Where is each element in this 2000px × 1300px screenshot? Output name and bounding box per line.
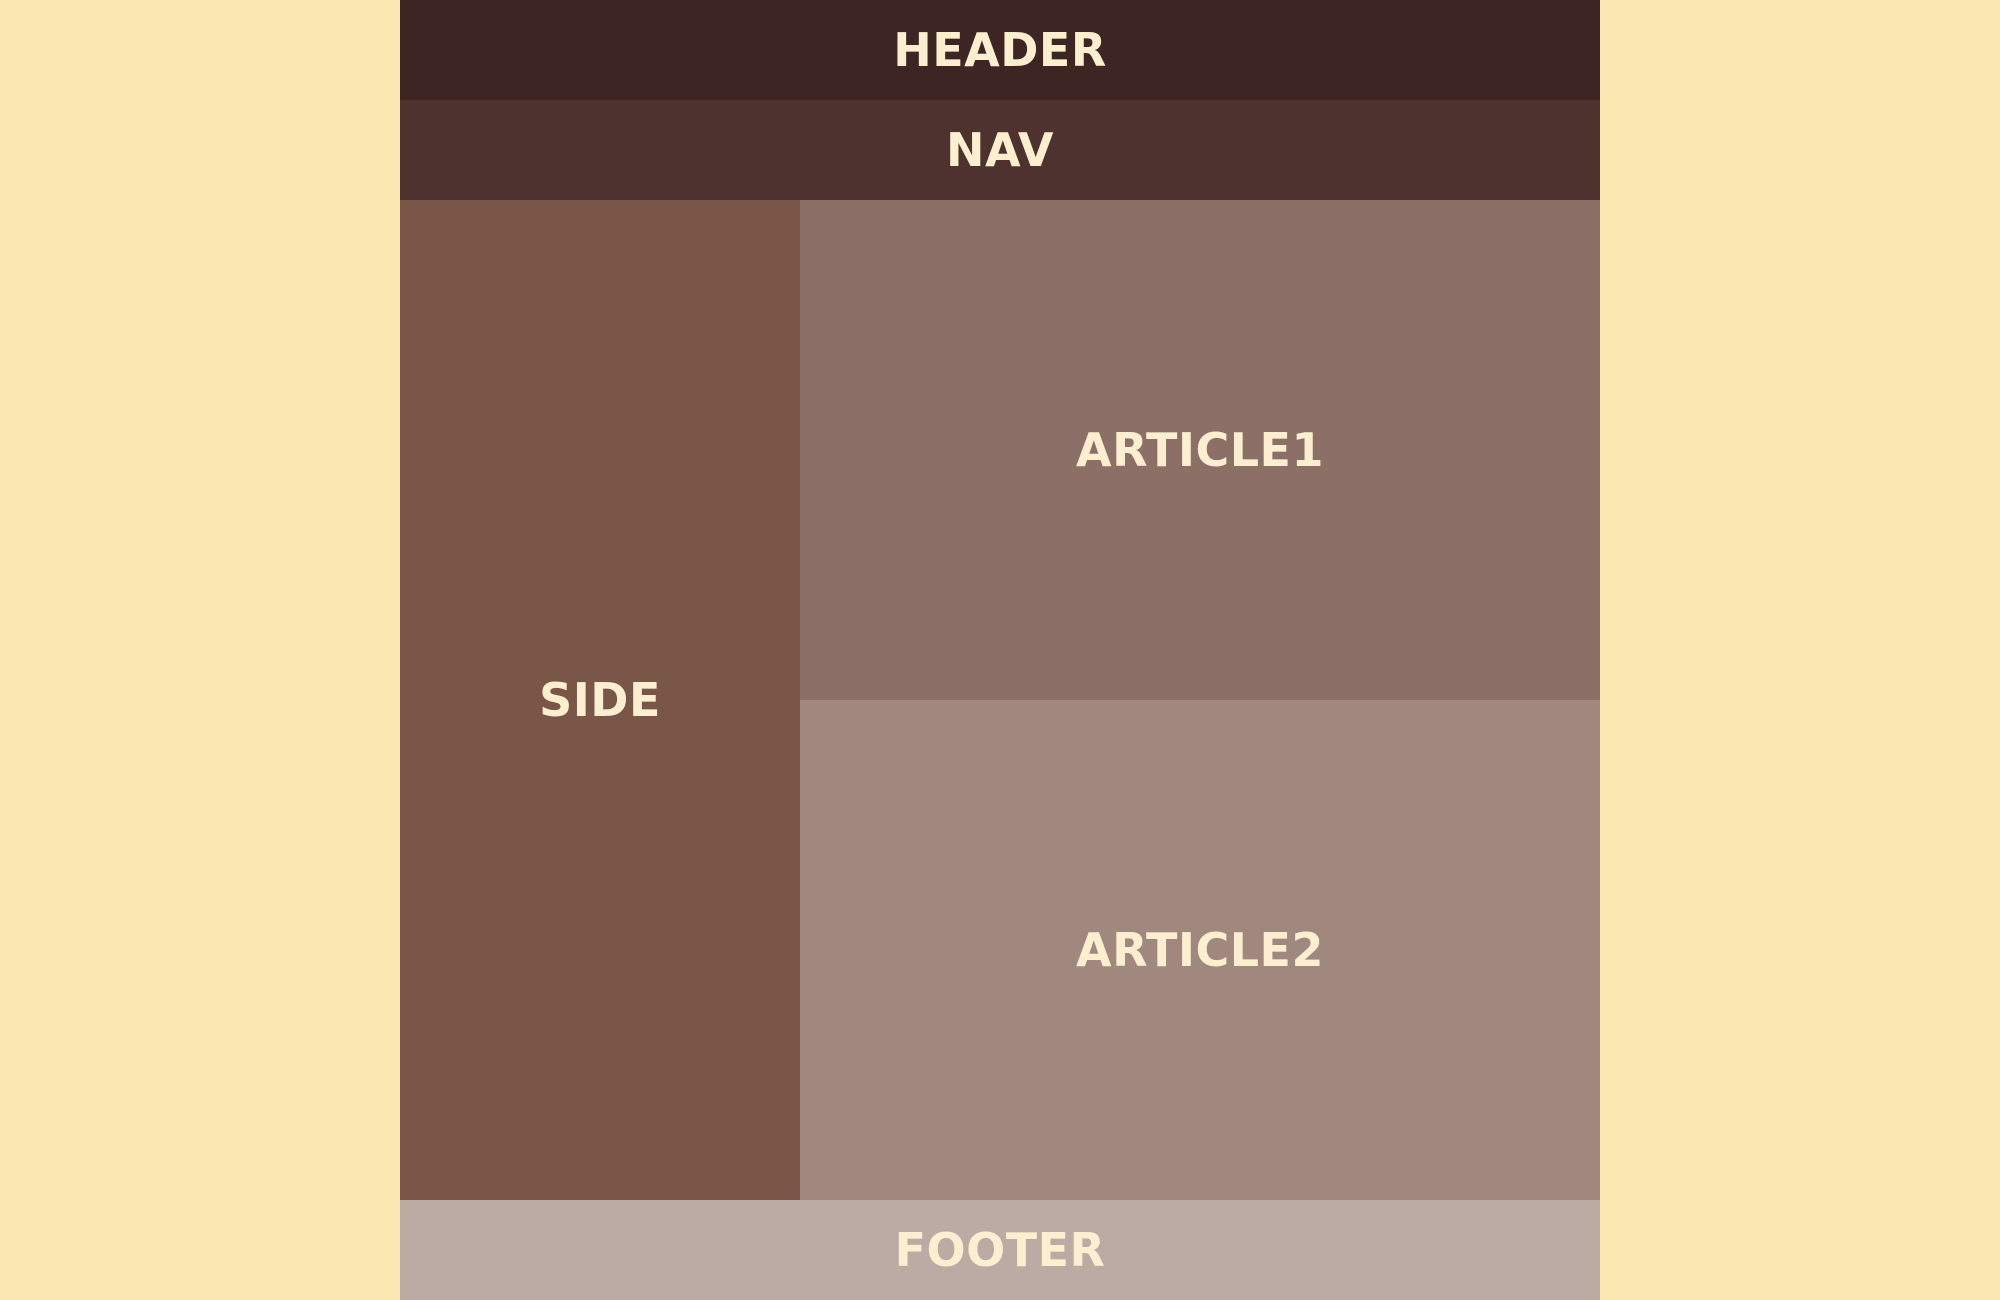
header-label: HEADER — [893, 23, 1107, 77]
article2-label: ARTICLE2 — [1076, 923, 1324, 977]
page-canvas: HEADER NAV SIDE ARTICLE1 ARTICLE2 FOOTER — [0, 0, 2000, 1300]
side-region: SIDE — [400, 200, 800, 1200]
footer-region: FOOTER — [400, 1200, 1600, 1300]
nav-label: NAV — [945, 123, 1055, 177]
article1-label: ARTICLE1 — [1076, 423, 1324, 477]
nav-region: NAV — [400, 100, 1600, 200]
grid-layout-diagram: HEADER NAV SIDE ARTICLE1 ARTICLE2 FOOTER — [400, 0, 1600, 1300]
side-label: SIDE — [539, 673, 661, 727]
article2-region: ARTICLE2 — [800, 700, 1600, 1200]
footer-label: FOOTER — [894, 1223, 1106, 1277]
header-region: HEADER — [400, 0, 1600, 100]
article1-region: ARTICLE1 — [800, 200, 1600, 700]
